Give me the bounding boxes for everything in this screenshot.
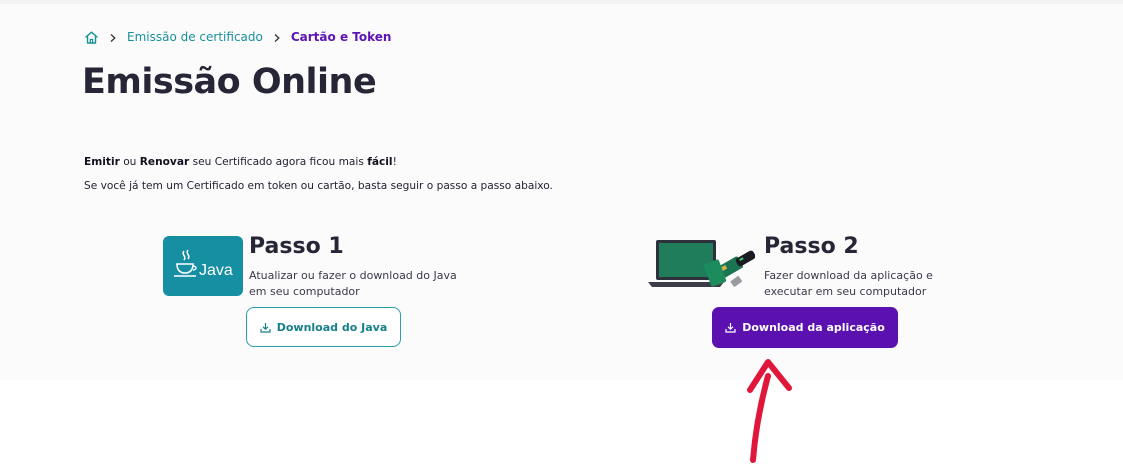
home-icon[interactable]	[84, 30, 99, 45]
breadcrumb-link-emissao[interactable]: Emissão de certificado	[127, 30, 263, 44]
intro-text-fragment: ou	[119, 156, 140, 168]
step-1-desc-line: Atualizar ou fazer o download do Java	[249, 269, 457, 282]
intro-text-fragment: !	[392, 156, 397, 168]
download-java-label: Download do Java	[276, 320, 388, 334]
chevron-right-icon	[272, 32, 282, 42]
intro-line-1: Emitir ou Renovar seu Certificado agora …	[84, 150, 553, 174]
intro-emphasis-renovar: Renovar	[139, 156, 190, 168]
java-cup-icon: Java	[174, 249, 233, 279]
page-title: Emissão Online	[82, 62, 377, 102]
breadcrumb: Emissão de certificado Cartão e Token	[84, 29, 391, 45]
step-2-desc-line: executar em seu computador	[764, 285, 927, 298]
download-icon	[260, 322, 271, 333]
red-arrow-annotation	[747, 359, 792, 463]
java-logo: Java	[163, 236, 243, 296]
download-app-label: Download da aplicação	[742, 321, 885, 334]
step-1-title: Passo 1	[249, 234, 344, 259]
java-logo-text: Java	[199, 262, 233, 279]
step-2-title: Passo 2	[764, 234, 859, 259]
step-2-description: Fazer download da aplicação e executar e…	[764, 268, 933, 300]
chevron-right-icon	[108, 32, 118, 42]
step-1-desc-line: em seu computador	[249, 285, 360, 298]
step-2-desc-line: Fazer download da aplicação e	[764, 269, 933, 282]
intro-text-fragment: seu Certificado agora ficou mais	[189, 156, 368, 168]
download-app-button[interactable]: Download da aplicação	[712, 307, 898, 348]
breadcrumb-current: Cartão e Token	[290, 30, 392, 44]
step-1-description: Atualizar ou fazer o download do Java em…	[249, 268, 457, 300]
laptop-token-illustration	[645, 236, 756, 292]
intro-text: Emitir ou Renovar seu Certificado agora …	[84, 150, 553, 198]
intro-line-2: Se você já tem um Certificado em token o…	[84, 180, 553, 192]
intro-emphasis-emitir: Emitir	[84, 156, 120, 168]
download-java-button[interactable]: Download do Java	[246, 307, 401, 347]
download-icon	[725, 322, 736, 333]
intro-emphasis-facil: fácil	[367, 156, 393, 168]
